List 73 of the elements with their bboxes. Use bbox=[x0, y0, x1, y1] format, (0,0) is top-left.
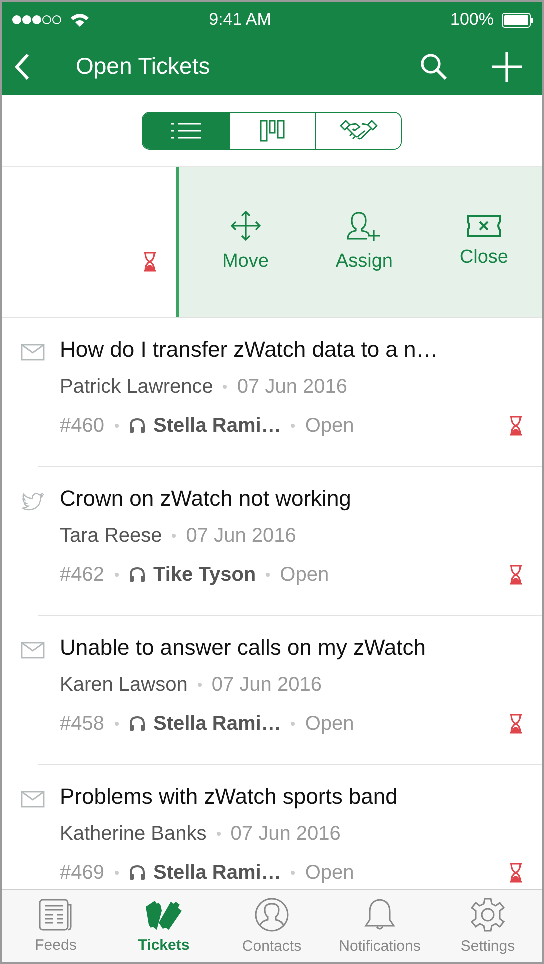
columns-icon bbox=[260, 120, 286, 142]
tab-bar-item[interactable]: Contacts bbox=[218, 890, 326, 962]
bird-icon bbox=[22, 493, 44, 511]
agent-name: Stella Rami… bbox=[154, 712, 282, 737]
ticket-number: #462 bbox=[60, 563, 104, 588]
newspaper-icon bbox=[39, 898, 73, 930]
hourglass-icon bbox=[510, 863, 522, 883]
ticket-x-icon bbox=[467, 215, 502, 237]
search-icon bbox=[420, 52, 448, 80]
tab-bar-item[interactable]: Feeds bbox=[2, 890, 110, 962]
ticket-subject: Unable to answer calls on my zWatch bbox=[60, 634, 427, 662]
battery-percent: 100% bbox=[450, 10, 494, 30]
ticket-subject: Problems with zWatch sports band bbox=[60, 783, 399, 811]
signal-icon bbox=[12, 14, 62, 26]
swipe-action-button[interactable]: Assign bbox=[332, 207, 397, 277]
tab-bar-item[interactable]: Notifications bbox=[326, 890, 434, 962]
list-icon bbox=[171, 122, 201, 140]
hourglass-icon bbox=[144, 252, 156, 272]
view-switch-segment[interactable] bbox=[315, 112, 401, 148]
ticket-subject: How do I transfer zWatch data to a n… bbox=[60, 336, 440, 364]
agent-name: Stella Rami… bbox=[154, 861, 282, 886]
screen-title: Open Tickets bbox=[76, 53, 212, 80]
envelope-icon bbox=[21, 642, 45, 659]
ticket-status: Open bbox=[280, 563, 330, 588]
ticket-subject: Crown on zWatch not working bbox=[60, 485, 352, 513]
tickets-icon bbox=[145, 898, 183, 930]
ticket-date: 07 Jun 2016 bbox=[230, 822, 341, 847]
contact-name: Karen Lawson bbox=[60, 673, 188, 698]
view-switch-segment[interactable] bbox=[143, 112, 229, 148]
status-time: 9:41 AM bbox=[208, 10, 272, 30]
ticket-number: #469 bbox=[60, 861, 104, 886]
ticket-number: #460 bbox=[60, 414, 104, 439]
ticket-number: #458 bbox=[60, 712, 104, 737]
headset-icon bbox=[128, 716, 146, 732]
back-icon bbox=[14, 52, 30, 80]
ticket-date: 07 Jun 2016 bbox=[237, 375, 348, 400]
ticket-row[interactable]: How do I transfer zWatch data to a n… Patrick Lawrence 07 Jun 2016 #460 Stella Rami… Open bbox=[2, 318, 542, 467]
search-button[interactable] bbox=[420, 52, 448, 80]
add-user-icon bbox=[347, 211, 382, 241]
handshake-icon bbox=[340, 118, 378, 142]
ticket-row[interactable]: Unable to answer calls on my zWatch Karen Lawson 07 Jun 2016 #458 Stella Rami… Open bbox=[2, 616, 542, 765]
swipe-action-button[interactable]: Close bbox=[456, 211, 512, 273]
headset-icon bbox=[128, 418, 146, 434]
back-button[interactable] bbox=[14, 52, 30, 80]
plus-icon bbox=[492, 52, 522, 82]
contact-name: Patrick Lawrence bbox=[60, 375, 214, 400]
settings-icon bbox=[471, 898, 505, 932]
ticket-status: Open bbox=[305, 861, 354, 886]
hourglass-icon bbox=[510, 565, 522, 585]
bell-icon bbox=[364, 898, 396, 932]
add-button[interactable] bbox=[492, 52, 522, 82]
ticket-status: Open bbox=[305, 712, 354, 737]
person-circle-icon bbox=[255, 898, 289, 932]
agent-name: Tike Tyson bbox=[154, 563, 256, 588]
contact-name: Katherine Banks bbox=[60, 822, 207, 847]
wifi-icon bbox=[70, 12, 90, 28]
ticket-status: Open bbox=[305, 414, 354, 439]
ticket-date: 07 Jun 2016 bbox=[212, 673, 322, 698]
contact-name: Tara Reese bbox=[60, 524, 162, 549]
move-arrows-icon bbox=[230, 211, 261, 241]
ticket-date: 07 Jun 2016 bbox=[186, 524, 296, 549]
ticket-row[interactable]: Crown on zWatch not working Tara Reese 07 Jun 2016 #462 Tike Tyson Open bbox=[2, 467, 542, 616]
envelope-icon bbox=[21, 344, 45, 361]
hourglass-icon bbox=[510, 714, 522, 734]
tab-bar-item[interactable]: Tickets bbox=[110, 890, 218, 962]
swipe-action-button[interactable]: Move bbox=[218, 207, 273, 277]
headset-icon bbox=[128, 864, 146, 882]
headset-icon bbox=[128, 566, 146, 584]
hourglass-icon bbox=[510, 416, 522, 436]
envelope-icon bbox=[21, 791, 45, 808]
agent-name: Stella Rami… bbox=[154, 414, 282, 439]
tab-bar-item[interactable]: Settings bbox=[434, 890, 542, 962]
battery-icon bbox=[502, 12, 534, 28]
